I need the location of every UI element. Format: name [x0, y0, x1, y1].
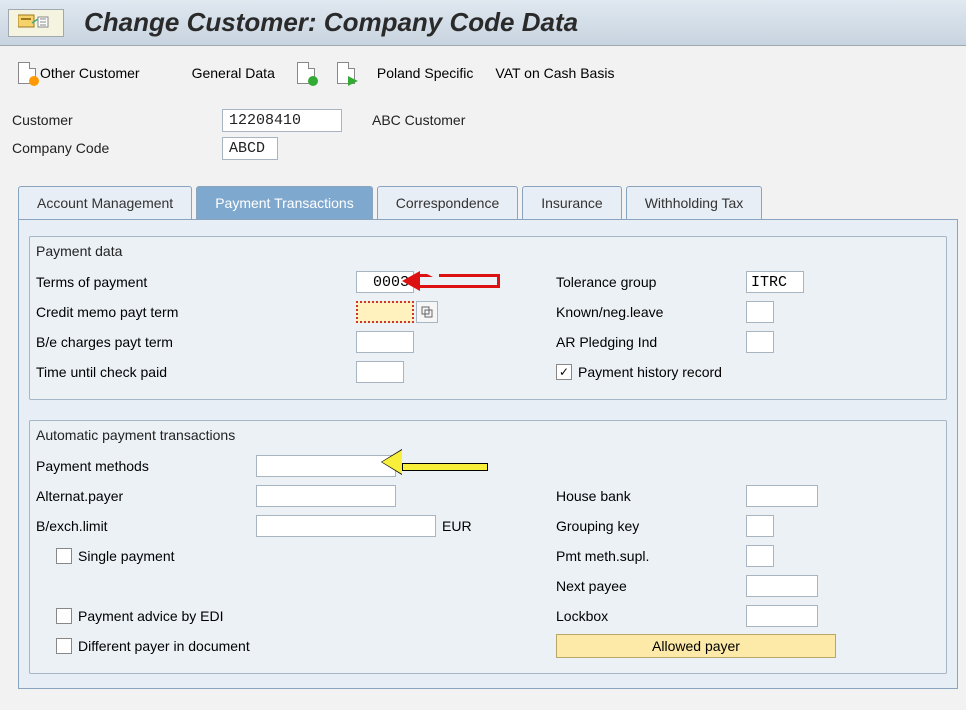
tab-strip: Account Management Payment Transactions … — [18, 186, 958, 220]
lockbox-label: Lockbox — [556, 608, 746, 624]
grouping-key-label: Grouping key — [556, 518, 746, 534]
next-payee-input[interactable] — [746, 575, 818, 597]
payment-data-group: Payment data Terms of payment Tolerance … — [29, 236, 947, 400]
company-code-label: Company Code — [12, 140, 222, 156]
header-fields: Customer 12208410 ABC Customer Company C… — [0, 100, 966, 172]
payment-advice-edi-checkbox[interactable] — [56, 608, 72, 624]
tab-insurance[interactable]: Insurance — [522, 186, 621, 219]
payment-advice-edi-label: Payment advice by EDI — [78, 608, 224, 624]
customer-value[interactable]: 12208410 — [222, 109, 342, 132]
auto-payment-title: Automatic payment transactions — [30, 421, 946, 451]
transaction-icon — [8, 9, 64, 37]
document-add-icon — [297, 62, 315, 84]
poland-specific-button[interactable]: Poland Specific — [371, 63, 480, 83]
pmt-meth-supl-label: Pmt meth.supl. — [556, 548, 746, 564]
search-help-button[interactable] — [416, 301, 438, 323]
bexch-limit-input[interactable] — [256, 515, 436, 537]
payment-history-checkbox[interactable]: ✓ — [556, 364, 572, 380]
tab-body: Payment data Terms of payment Tolerance … — [18, 220, 958, 689]
poland-specific-label: Poland Specific — [377, 65, 474, 81]
pmt-meth-supl-input[interactable] — [746, 545, 774, 567]
credit-memo-input[interactable] — [356, 301, 414, 323]
ar-pledging-label: AR Pledging Ind — [556, 334, 746, 350]
next-payee-label: Next payee — [556, 578, 746, 594]
terms-of-payment-label: Terms of payment — [36, 274, 256, 290]
tolerance-group-label: Tolerance group — [556, 274, 746, 290]
document-icon — [18, 62, 36, 84]
time-until-input[interactable] — [356, 361, 404, 383]
customer-desc: ABC Customer — [372, 112, 465, 128]
allowed-payer-button[interactable]: Allowed payer — [556, 634, 836, 658]
other-customer-button[interactable]: Other Customer — [12, 60, 146, 86]
tolerance-group-input[interactable] — [746, 271, 804, 293]
single-payment-checkbox[interactable] — [56, 548, 72, 564]
customer-label: Customer — [12, 112, 222, 128]
red-arrow-annotation — [420, 274, 500, 291]
diff-payer-doc-checkbox[interactable] — [56, 638, 72, 654]
bexch-limit-label: B/exch.limit — [36, 518, 256, 534]
diff-payer-doc-label: Different payer in document — [78, 638, 250, 654]
vat-cash-basis-button[interactable]: VAT on Cash Basis — [489, 63, 620, 83]
tab-account-management[interactable]: Account Management — [18, 186, 192, 219]
known-neg-label: Known/neg.leave — [556, 304, 746, 320]
ar-pledging-input[interactable] — [746, 331, 774, 353]
yellow-arrow-annotation — [402, 458, 488, 474]
known-neg-input[interactable] — [746, 301, 774, 323]
general-data-label: General Data — [192, 65, 275, 81]
general-data-button[interactable]: General Data — [186, 63, 281, 83]
page-title: Change Customer: Company Code Data — [84, 7, 578, 38]
application-toolbar: Other Customer General Data Poland Speci… — [0, 46, 966, 100]
company-code-value[interactable]: ABCD — [222, 137, 278, 160]
auto-payment-group: Automatic payment transactions Payment m… — [29, 420, 947, 674]
payment-methods-input[interactable] — [256, 455, 396, 477]
document-next-icon — [337, 62, 355, 84]
be-charges-input[interactable] — [356, 331, 414, 353]
alt-payer-label: Alternat.payer — [36, 488, 256, 504]
payment-history-label: Payment history record — [578, 364, 722, 380]
house-bank-input[interactable] — [746, 485, 818, 507]
tab-payment-transactions[interactable]: Payment Transactions — [196, 186, 373, 219]
time-until-label: Time until check paid — [36, 364, 256, 380]
credit-memo-label: Credit memo payt term — [36, 304, 256, 320]
single-payment-label: Single payment — [78, 548, 175, 564]
house-bank-label: House bank — [556, 488, 746, 504]
vat-cash-basis-label: VAT on Cash Basis — [495, 65, 614, 81]
doc-next-button[interactable] — [331, 60, 361, 86]
payment-methods-label: Payment methods — [36, 458, 256, 474]
title-bar: Change Customer: Company Code Data — [0, 0, 966, 46]
tab-correspondence[interactable]: Correspondence — [377, 186, 519, 219]
be-charges-label: B/e charges payt term — [36, 334, 256, 350]
other-customer-label: Other Customer — [40, 65, 140, 81]
grouping-key-input[interactable] — [746, 515, 774, 537]
bexch-limit-unit: EUR — [442, 518, 472, 534]
tab-withholding-tax[interactable]: Withholding Tax — [626, 186, 763, 219]
doc-plus-button[interactable] — [291, 60, 321, 86]
payment-data-title: Payment data — [30, 237, 946, 267]
lockbox-input[interactable] — [746, 605, 818, 627]
alt-payer-input[interactable] — [256, 485, 396, 507]
